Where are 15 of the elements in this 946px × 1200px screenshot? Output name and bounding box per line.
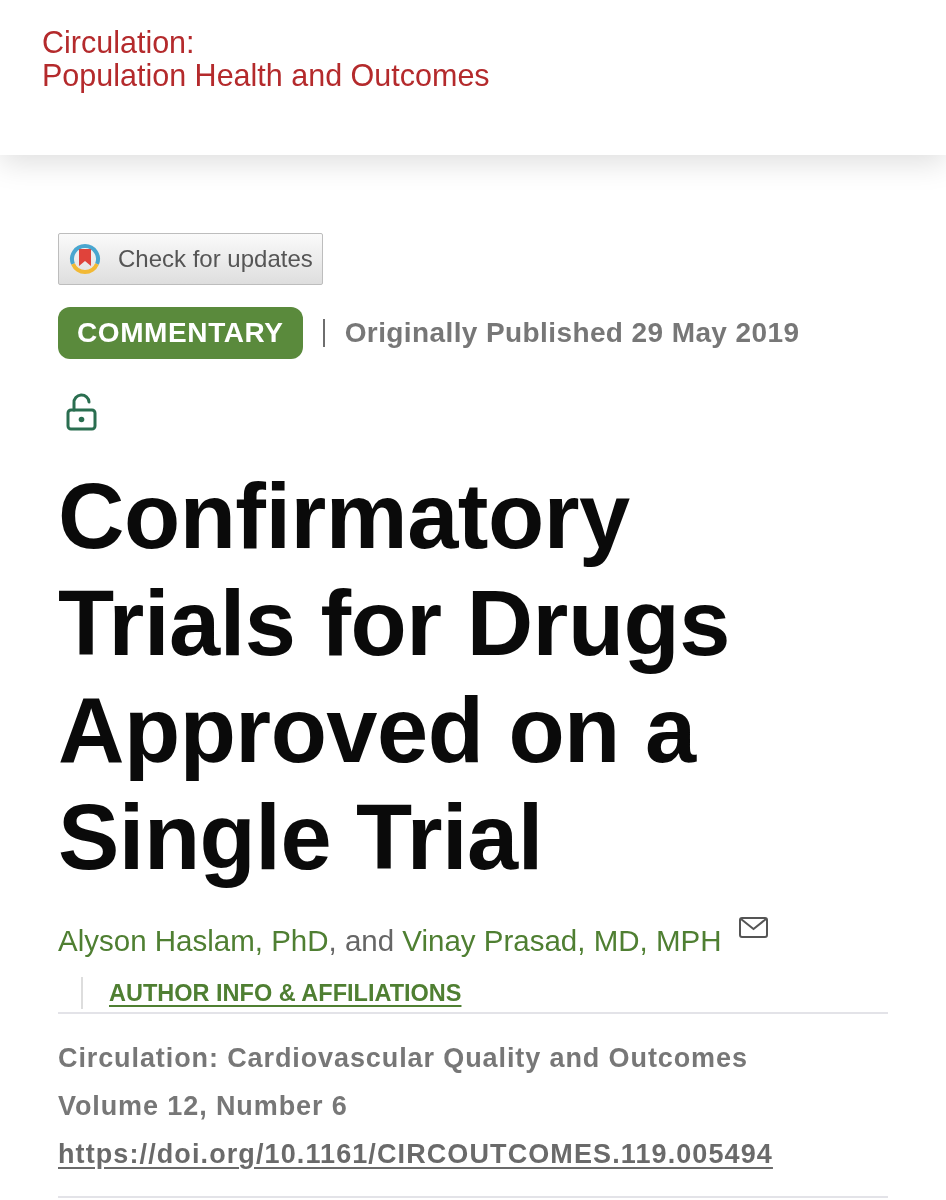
journal-name: Circulation: Cardiovascular Quality and Outcomes (58, 1042, 748, 1075)
author-link[interactable]: Alyson Haslam, PhD (58, 921, 329, 961)
journal-logo-text[interactable]: Population Health and Outcomes (42, 59, 490, 92)
update-ribbon-icon (68, 242, 102, 276)
doi-link[interactable]: https://doi.org/10.1161/CIRCOUTCOMES.119.005494 (58, 1130, 773, 1178)
published-date: Originally Published 29 May 2019 (344, 317, 800, 349)
author-separator: , and (328, 923, 396, 959)
journal-logo-text[interactable]: Circulation: (42, 26, 195, 59)
author-link[interactable]: Vinay Prasad, MD, MPH (402, 921, 722, 961)
mail-icon[interactable] (739, 917, 769, 938)
check-for-updates-button[interactable]: Check for updates (58, 233, 323, 285)
volume-issue: Volume 12, Number 6 (58, 1090, 348, 1123)
article-type-badge: COMMENTARY (58, 307, 303, 359)
article-title: Confirmatory Trials for Drugs Approved on a Single Trial (58, 464, 731, 890)
author-info-link[interactable]: AUTHOR INFO & AFFILIATIONS (109, 979, 462, 1007)
